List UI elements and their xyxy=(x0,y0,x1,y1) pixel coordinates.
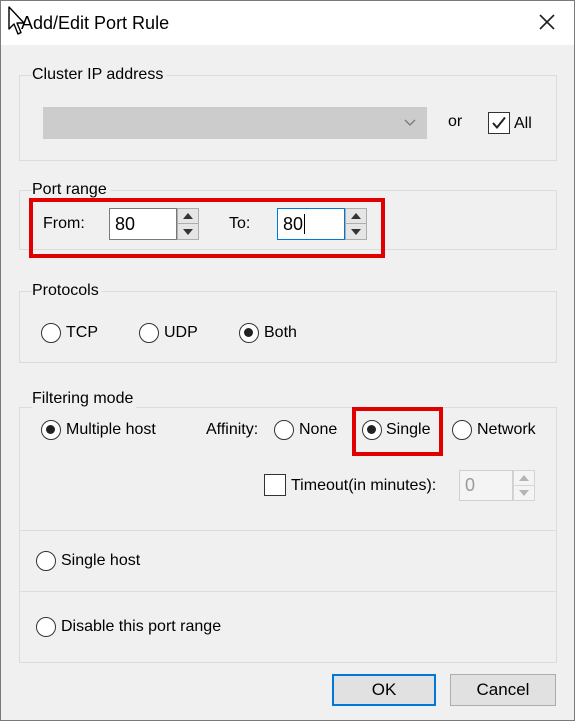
single-host-label: Single host xyxy=(61,552,141,569)
filtering-divider-1 xyxy=(19,530,557,531)
or-label: or xyxy=(448,113,463,130)
triangle-down-icon xyxy=(519,489,529,496)
ok-button[interactable]: OK xyxy=(332,674,436,706)
both-label: Both xyxy=(264,324,297,341)
affinity-single-label: Single xyxy=(386,421,431,438)
checkmark-icon xyxy=(492,116,506,130)
close-icon[interactable] xyxy=(534,9,560,35)
all-label: All xyxy=(514,115,532,132)
affinity-single-radio[interactable] xyxy=(362,420,382,440)
affinity-none-label: None xyxy=(299,421,338,438)
timeout-spin-up[interactable] xyxy=(514,471,534,486)
to-port-value: 80 xyxy=(283,213,304,234)
from-port-value: 80 xyxy=(115,213,136,234)
to-label: To: xyxy=(229,215,251,232)
multiple-host-label: Multiple host xyxy=(66,421,156,438)
window-title: Add/Edit Port Rule xyxy=(21,13,170,33)
disable-port-range-radio[interactable] xyxy=(36,617,56,637)
disable-port-range-label: Disable this port range xyxy=(61,618,222,635)
all-checkbox[interactable] xyxy=(488,112,510,134)
mouse-pointer-icon xyxy=(8,6,25,35)
timeout-spinner[interactable] xyxy=(513,470,535,501)
affinity-network-label: Network xyxy=(477,421,536,438)
timeout-spin-down[interactable] xyxy=(514,486,534,501)
tcp-radio[interactable] xyxy=(41,323,61,343)
cluster-ip-legend: Cluster IP address xyxy=(32,66,167,84)
from-port-spinner[interactable] xyxy=(177,208,199,240)
filtering-mode-legend: Filtering mode xyxy=(32,390,137,408)
timeout-checkbox[interactable] xyxy=(264,474,286,496)
triangle-down-icon xyxy=(183,228,193,235)
udp-radio[interactable] xyxy=(139,323,159,343)
filtering-divider-2 xyxy=(19,591,557,592)
text-caret xyxy=(304,214,306,234)
from-label: From: xyxy=(43,215,85,232)
from-port-input[interactable]: 80 xyxy=(109,208,177,240)
dialog-window: Add/Edit Port Rule Cluster IP address or… xyxy=(0,0,575,721)
udp-label: UDP xyxy=(164,324,198,341)
port-range-legend: Port range xyxy=(32,181,110,199)
triangle-up-icon xyxy=(183,213,193,219)
affinity-none-radio[interactable] xyxy=(274,420,294,440)
affinity-label: Affinity: xyxy=(206,421,259,438)
dialog-client-area: Cluster IP address or All Port range Fro… xyxy=(1,45,574,720)
timeout-value: 0 xyxy=(465,475,476,495)
timeout-input[interactable]: 0 xyxy=(459,470,513,501)
to-port-spin-up[interactable] xyxy=(346,209,366,224)
protocols-legend: Protocols xyxy=(32,282,102,300)
affinity-network-radio[interactable] xyxy=(452,420,472,440)
to-port-input[interactable]: 80 xyxy=(277,208,345,240)
both-radio[interactable] xyxy=(239,323,259,343)
triangle-up-icon xyxy=(519,474,529,481)
triangle-up-icon xyxy=(351,213,361,219)
multiple-host-radio[interactable] xyxy=(41,420,61,440)
cluster-ip-dropdown[interactable] xyxy=(43,107,427,139)
cancel-button[interactable]: Cancel xyxy=(450,674,556,706)
from-port-spin-up[interactable] xyxy=(178,209,198,224)
to-port-spinner[interactable] xyxy=(345,208,367,240)
chevron-down-icon xyxy=(404,119,416,126)
title-bar[interactable]: Add/Edit Port Rule xyxy=(1,1,574,45)
triangle-down-icon xyxy=(351,228,361,235)
from-port-spin-down[interactable] xyxy=(178,224,198,239)
to-port-spin-down[interactable] xyxy=(346,224,366,239)
single-host-radio[interactable] xyxy=(36,551,56,571)
timeout-label: Timeout(in minutes): xyxy=(291,477,437,494)
tcp-label: TCP xyxy=(66,324,98,341)
